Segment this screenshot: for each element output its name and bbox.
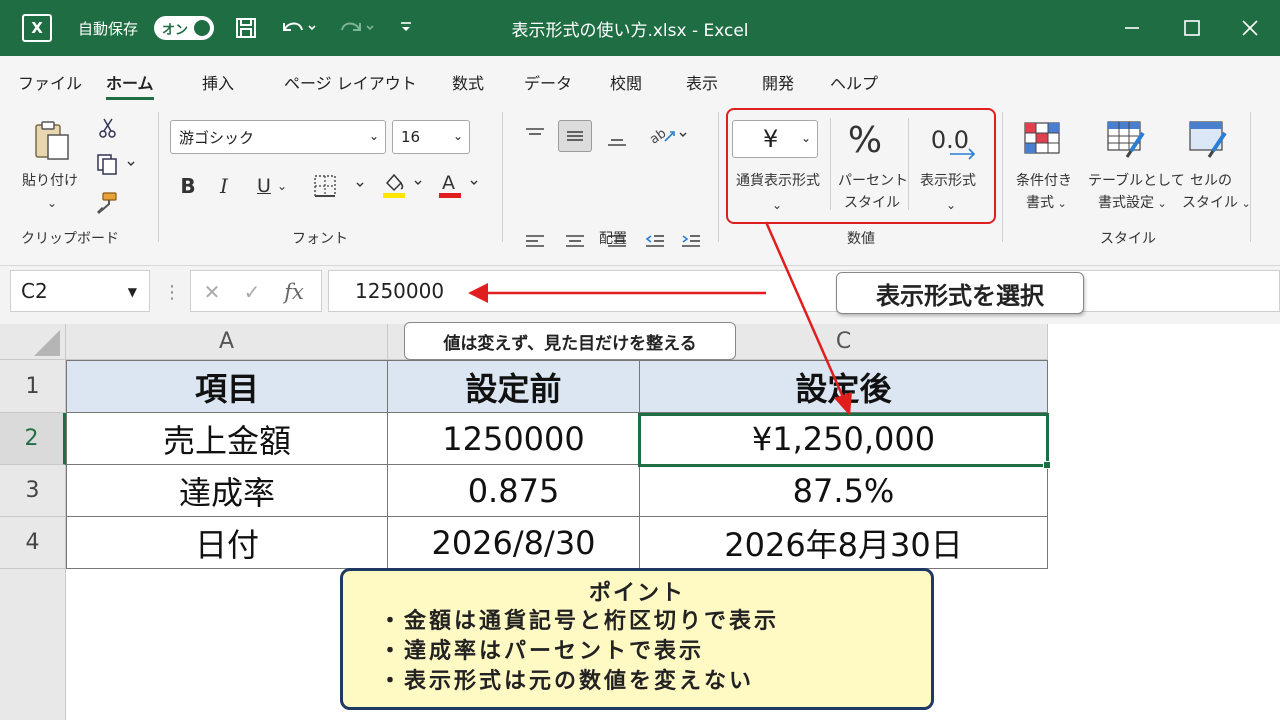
- point-line-3: ・表示形式は元の数値を変えない: [379, 669, 755, 694]
- point-box: ポイント ・金額は通貨記号と桁区切りで表示 ・達成率はパーセントで表示 ・表示形…: [340, 568, 934, 710]
- value-note-callout: 値は変えず、見た目だけを整える: [404, 322, 736, 360]
- point-title: ポイント: [588, 581, 685, 606]
- select-format-callout: 表示形式を選択: [836, 272, 1084, 314]
- point-line-1: ・金額は通貨記号と桁区切りで表示: [379, 609, 780, 634]
- point-line-2: ・達成率はパーセントで表示: [379, 639, 705, 664]
